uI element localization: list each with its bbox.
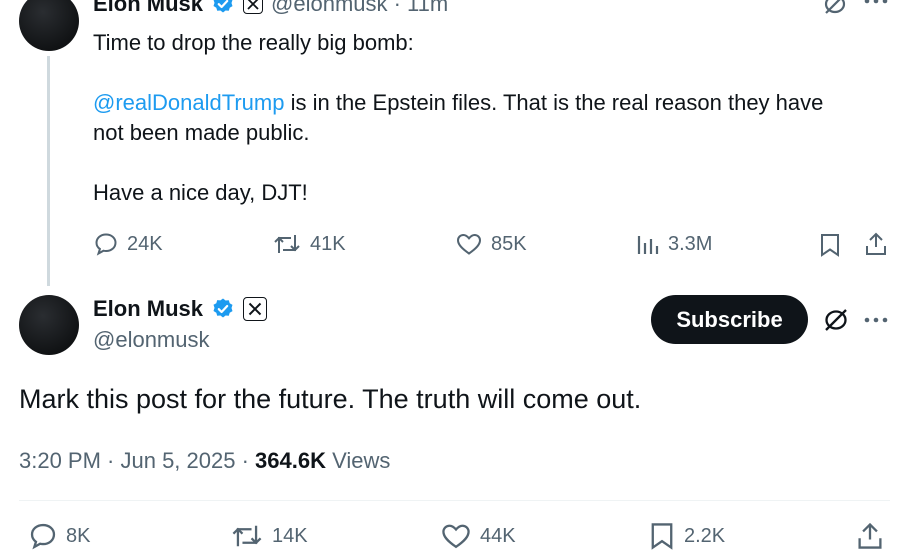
main-author-name[interactable]: Elon Musk xyxy=(93,296,203,322)
thread-connector-line xyxy=(47,56,50,286)
parent-author-name[interactable]: Elon Musk xyxy=(93,0,203,17)
parent-line-3: not been made public. xyxy=(93,120,310,145)
parent-repost-count: 41K xyxy=(310,232,346,255)
grok-icon[interactable] xyxy=(822,308,850,332)
x-affiliation-icon xyxy=(243,297,268,321)
parent-handle-time[interactable]: @elonmusk · 11m xyxy=(271,0,448,17)
parent-avatar[interactable] xyxy=(19,0,79,51)
main-tweet-text: Mark this post for the future. The truth… xyxy=(19,384,642,414)
main-repost-button[interactable]: 14K xyxy=(230,521,308,551)
views-count: 364.6K xyxy=(255,448,326,473)
timestamp[interactable]: 3:20 PM · Jun 5, 2025 · xyxy=(19,448,255,473)
main-share-icon[interactable] xyxy=(855,521,885,551)
mention-link[interactable]: @realDonaldTrump xyxy=(93,90,284,115)
parent-views-button[interactable]: 3.3M xyxy=(636,231,712,257)
parent-more-icon[interactable] xyxy=(864,0,888,5)
heart-icon xyxy=(456,233,482,255)
bookmark-icon xyxy=(651,523,673,550)
parent-tweet-text: Time to drop the really big bomb: @realD… xyxy=(93,28,883,208)
divider xyxy=(19,500,890,501)
verified-badge-icon xyxy=(211,0,235,16)
main-handle[interactable]: @elonmusk xyxy=(93,327,210,353)
heart-icon xyxy=(442,524,470,549)
parent-reply-button[interactable]: 24K xyxy=(93,231,163,257)
parent-repost-button[interactable]: 41K xyxy=(272,231,346,257)
main-like-button[interactable]: 44K xyxy=(440,521,516,551)
parent-views-count: 3.3M xyxy=(668,232,713,255)
reply-icon xyxy=(30,523,56,550)
parent-line-2-rest: is in the Epstein files. That is the rea… xyxy=(284,90,824,115)
views-label: Views xyxy=(325,448,391,473)
parent-grok-icon[interactable] xyxy=(822,0,848,15)
parent-line-4: Have a nice day, DJT! xyxy=(93,180,308,205)
main-bookmark-count: 2.2K xyxy=(684,524,726,547)
parent-share-icon[interactable] xyxy=(863,231,889,257)
main-reply-button[interactable]: 8K xyxy=(28,521,90,551)
more-options-icon[interactable] xyxy=(864,316,888,324)
parent-like-count: 85K xyxy=(491,232,527,255)
tweet-meta: 3:20 PM · Jun 5, 2025 · 364.6K Views xyxy=(19,448,390,474)
parent-reply-count: 24K xyxy=(127,232,163,255)
parent-line-2: @realDonaldTrump is in the Epstein files… xyxy=(93,88,883,118)
verified-badge-icon xyxy=(211,297,235,321)
views-icon xyxy=(637,236,659,254)
main-repost-count: 14K xyxy=(272,524,308,547)
repost-icon xyxy=(232,525,262,547)
x-affiliation-icon xyxy=(243,0,264,14)
parent-header: Elon Musk @elonmusk · 11m xyxy=(93,0,448,17)
main-like-count: 44K xyxy=(480,524,516,547)
reply-icon xyxy=(95,233,117,256)
main-reply-count: 8K xyxy=(66,524,91,547)
main-author-row: Elon Musk xyxy=(93,296,268,322)
parent-like-button[interactable]: 85K xyxy=(455,231,527,257)
repost-icon xyxy=(274,235,300,253)
main-avatar[interactable] xyxy=(19,295,79,355)
parent-line-1: Time to drop the really big bomb: xyxy=(93,30,414,55)
main-bookmark-button[interactable]: 2.2K xyxy=(648,521,725,551)
subscribe-button[interactable]: Subscribe xyxy=(651,295,808,344)
parent-bookmark-icon[interactable] xyxy=(818,232,842,258)
